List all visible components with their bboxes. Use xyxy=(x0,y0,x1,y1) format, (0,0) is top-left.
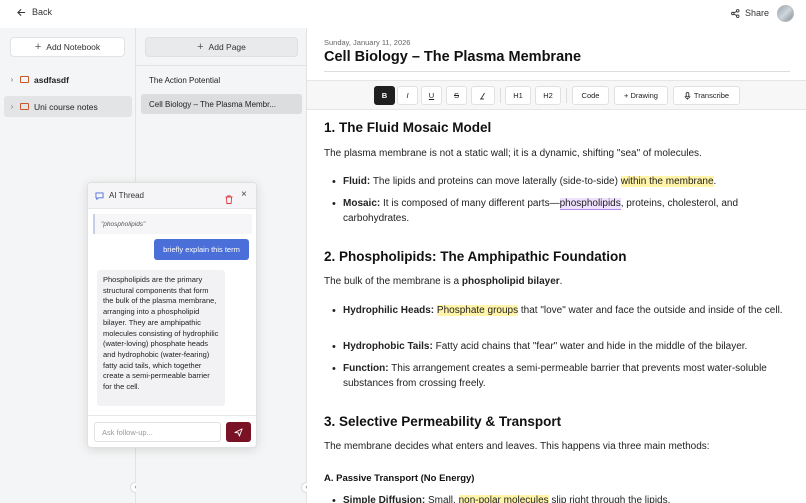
plus-icon: + xyxy=(34,41,42,53)
trash-icon xyxy=(225,195,233,204)
folder-icon xyxy=(20,103,29,110)
heading1-button[interactable]: H1 xyxy=(505,86,531,105)
bullet-text: slip right through the lipids. xyxy=(548,495,671,503)
share-icon xyxy=(731,8,740,18)
add-page-label: Add Page xyxy=(208,42,246,52)
paragraph: The membrane decides what enters and lea… xyxy=(324,441,710,452)
paragraph: The plasma membrane is not a static wall… xyxy=(324,148,702,159)
bullet-text: that "love" water and face the outside a… xyxy=(518,305,783,316)
back-button[interactable]: Back xyxy=(17,7,52,17)
paragraph-text: The bulk of the membrane is a xyxy=(324,276,462,287)
user-message: briefly explain this term xyxy=(154,239,249,260)
folder-icon xyxy=(20,76,29,83)
list-item: Simple Diffusion: Small, non-polar molec… xyxy=(332,494,787,503)
paragraph-text: . xyxy=(559,276,563,287)
add-notebook-button[interactable]: + Add Notebook xyxy=(10,37,125,57)
back-label: Back xyxy=(32,7,53,17)
notebook-label: Uni course notes xyxy=(34,101,98,112)
ai-thread-panel: AI Thread × "phospholipids" briefly expl… xyxy=(87,182,257,448)
section-heading: 2. Phospholipids: The Amphipathic Founda… xyxy=(324,249,627,264)
avatar[interactable] xyxy=(777,5,794,22)
underline-button[interactable]: U xyxy=(421,86,442,105)
section-heading: 3. Selective Permeability & Transport xyxy=(324,414,562,429)
ai-message: Phospholipids are the primary structural… xyxy=(97,270,225,406)
notebook-item-asdfasdf[interactable]: › asdfasdf xyxy=(4,69,132,90)
list-item: Mosaic: It is composed of many different… xyxy=(332,197,787,226)
close-thread-button[interactable]: × xyxy=(241,189,247,200)
editor: Sunday, January 11, 2026 Cell Biology – … xyxy=(307,28,806,503)
page-item[interactable]: The Action Potential xyxy=(141,70,302,90)
bullet-text: Small, xyxy=(425,495,459,503)
bullet-text: Fatty acid chains that "fear" water and … xyxy=(432,341,748,352)
close-icon: × xyxy=(241,189,247,200)
list-item: Function: This arrangement creates a sem… xyxy=(332,362,787,391)
clear-format-button[interactable] xyxy=(471,86,495,105)
thread-title: AI Thread xyxy=(95,191,144,200)
toolbar-separator xyxy=(566,88,567,103)
list-item: Fluid: The lipids and proteins can move … xyxy=(332,175,787,190)
toolbar-separator xyxy=(500,88,501,103)
divider xyxy=(88,415,256,416)
transcribe-button[interactable]: Transcribe xyxy=(673,86,740,105)
thread-title-label: AI Thread xyxy=(109,191,144,200)
notebook-item-uni-course-notes[interactable]: › Uni course notes xyxy=(4,96,132,117)
bullet-label: Hydrophobic Tails: xyxy=(343,341,433,352)
send-button[interactable] xyxy=(226,422,251,442)
yellow-highlight[interactable]: Phosphate groups xyxy=(436,305,519,316)
strikethrough-button[interactable]: S xyxy=(446,86,467,105)
bold-button[interactable]: B xyxy=(374,86,395,105)
bullet-text: . xyxy=(713,176,717,187)
page-label: Cell Biology – The Plasma Membr... xyxy=(149,99,277,109)
thread-highlight[interactable]: phospholipids xyxy=(559,198,621,210)
bullet-text: This arrangement creates a semi-permeabl… xyxy=(343,363,767,389)
microphone-icon xyxy=(684,91,691,100)
add-page-button[interactable]: + Add Page xyxy=(145,37,298,57)
chevron-right-icon[interactable]: › xyxy=(4,102,20,111)
page-date: Sunday, January 11, 2026 xyxy=(324,38,411,47)
bullet-label: Fluid: xyxy=(343,176,371,187)
clear-format-icon xyxy=(480,92,485,99)
bullet-text: The lipids and proteins can move lateral… xyxy=(370,176,621,187)
subsection-heading: A. Passive Transport (No Energy) xyxy=(324,473,475,484)
code-button[interactable]: Code xyxy=(572,86,609,105)
thread-header: AI Thread × xyxy=(88,183,256,209)
page-title[interactable]: Cell Biology – The Plasma Membrane xyxy=(324,49,581,65)
send-icon xyxy=(234,427,243,437)
yellow-highlight[interactable]: non-polar molecules xyxy=(458,495,549,503)
arrow-left-icon xyxy=(17,8,26,16)
share-button[interactable]: Share xyxy=(731,8,769,18)
section-heading: 1. The Fluid Mosaic Model xyxy=(324,120,492,135)
format-toolbar: B I U S H1 H2 Code + Drawing Transcribe xyxy=(307,80,806,110)
chevron-right-icon[interactable]: › xyxy=(4,75,20,84)
list-item: Hydrophobic Tails: Fatty acid chains tha… xyxy=(332,340,787,355)
bullet-label: Simple Diffusion: xyxy=(343,495,426,503)
notebook-label: asdfasdf xyxy=(34,74,69,85)
drawing-button[interactable]: + Drawing xyxy=(614,86,668,105)
italic-button[interactable]: I xyxy=(397,86,418,105)
quoted-selection: "phospholipids" xyxy=(93,214,252,234)
bullet-label: Hydrophilic Heads: xyxy=(343,305,435,316)
plus-icon: + xyxy=(197,41,204,53)
share-label: Share xyxy=(745,8,770,18)
follow-up-input[interactable]: Ask follow-up... xyxy=(94,422,221,442)
divider xyxy=(324,71,790,72)
yellow-highlight[interactable]: within the membrane xyxy=(620,176,714,187)
page-label: The Action Potential xyxy=(149,75,221,85)
chat-icon xyxy=(95,191,104,200)
transcribe-label: Transcribe xyxy=(693,91,730,100)
bullet-label: Function: xyxy=(343,363,389,374)
paragraph: The bulk of the membrane is a phospholip… xyxy=(324,275,794,290)
add-notebook-label: Add Notebook xyxy=(46,42,101,52)
divider xyxy=(136,65,306,66)
bold-text: phospholipid bilayer xyxy=(461,276,560,287)
heading2-button[interactable]: H2 xyxy=(535,86,561,105)
bullet-text: It is composed of many different parts— xyxy=(380,198,560,209)
delete-thread-button[interactable] xyxy=(225,191,233,209)
page-item-active[interactable]: Cell Biology – The Plasma Membr... xyxy=(141,94,302,114)
list-item: Hydrophilic Heads: Phosphate groups that… xyxy=(332,304,787,319)
top-bar: Back Share xyxy=(0,0,806,28)
bullet-label: Mosaic: xyxy=(343,198,381,209)
